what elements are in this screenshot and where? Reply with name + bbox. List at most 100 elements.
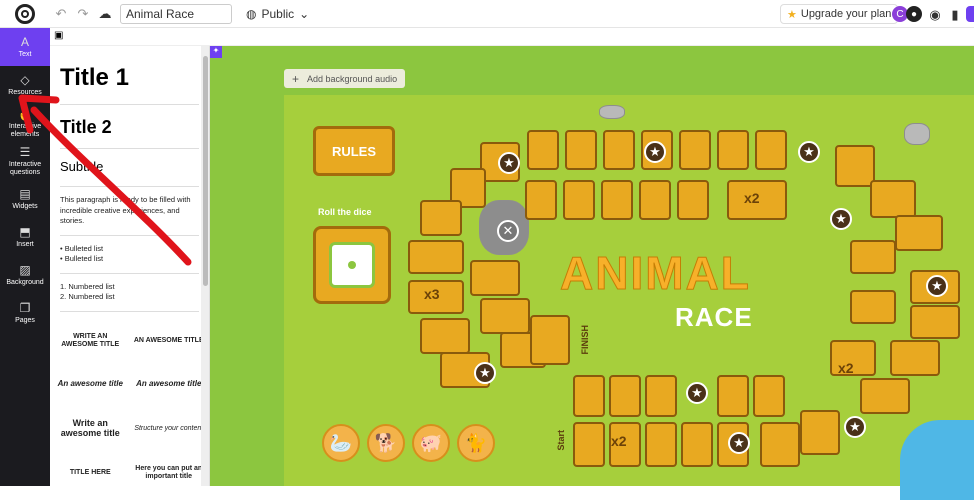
redo-icon[interactable]: ↷: [72, 6, 94, 22]
board-tile: [645, 422, 677, 467]
nav-item-resources[interactable]: ◇ Resources: [0, 66, 50, 104]
nav-item-interactive-elements[interactable]: ☝ Interactive elements: [0, 104, 50, 142]
star-icon: ★: [728, 432, 750, 454]
nav-item-insert[interactable]: ⬒ Insert: [0, 218, 50, 256]
nav-label: Background: [6, 278, 44, 286]
nav-item-background[interactable]: ▨ Background: [0, 256, 50, 294]
share-button[interactable]: [966, 6, 974, 22]
numbered-list-style[interactable]: 1. Numbered list 2. Numbered list: [60, 274, 199, 312]
board-tile: [717, 130, 749, 170]
preview-eye-icon[interactable]: ◉: [924, 7, 946, 23]
star-icon: ★: [926, 275, 948, 297]
dog-pawn-icon[interactable]: 🐕: [367, 424, 405, 462]
style-sample[interactable]: WRITE AN AWESOME TITLE: [54, 322, 127, 360]
nav-item-text[interactable]: A Text: [0, 28, 50, 66]
board-tile: [420, 200, 462, 236]
style-sample[interactable]: AN AWESOME TITLE: [133, 322, 206, 360]
star-icon: ★: [798, 141, 820, 163]
save-page-icon[interactable]: ▣: [54, 30, 63, 41]
board-tile: [755, 130, 787, 170]
rules-button[interactable]: RULES: [313, 126, 395, 176]
board-tile: [800, 410, 840, 455]
board-tile: [910, 305, 960, 339]
board-tile: [565, 130, 597, 170]
dice-button[interactable]: [313, 226, 391, 304]
stats-icon[interactable]: ▮: [944, 7, 966, 23]
visibility-dropdown[interactable]: ◍ Public ⌄: [246, 7, 309, 21]
add-background-audio-button[interactable]: + Add background audio: [284, 69, 406, 88]
multiplier-label: x2: [611, 433, 627, 449]
text-styles-panel: Title 1 Title 2 Subtitle This paragraph …: [50, 46, 210, 486]
board-tile: [573, 375, 605, 417]
cloud-saved-icon: ☁: [98, 5, 112, 21]
board-tile: [677, 180, 709, 220]
touch-icon: ☝: [17, 106, 33, 121]
board-tile: [753, 375, 785, 417]
board-tile: [525, 180, 557, 220]
water-decoration: [900, 420, 974, 500]
style-sample[interactable]: TITLE HERE: [54, 454, 127, 487]
nav-label: Resources: [8, 88, 42, 96]
style-sample[interactable]: Structure your content: [133, 410, 206, 448]
globe-icon: ◍: [246, 6, 257, 21]
board-tile: [760, 422, 800, 467]
left-navigation: A Text ◇ Resources ☝ Interactive elements ☰…: [0, 28, 50, 486]
visibility-label: Public: [261, 6, 295, 21]
bg-audio-label: Add background audio: [307, 73, 398, 84]
panel-scrollbar[interactable]: [201, 46, 209, 486]
title2-style[interactable]: Title 2: [60, 105, 199, 149]
paragraph-style[interactable]: This paragraph is ready to be filled wit…: [60, 187, 199, 236]
insert-icon: ⬒: [19, 224, 31, 239]
board-tile: [860, 378, 910, 414]
game-subtitle: RACE: [675, 302, 753, 332]
style-sample[interactable]: Write an awesome title: [54, 410, 127, 448]
pig-pawn-icon[interactable]: 🐖: [412, 424, 450, 462]
nav-item-widgets[interactable]: ▤ Widgets: [0, 180, 50, 218]
bulleted-list-style[interactable]: • Bulleted list • Bulleted list: [60, 236, 199, 274]
star-icon: ★: [644, 141, 666, 163]
widgets-icon: ▤: [19, 186, 31, 201]
title-styles-grid: WRITE AN AWESOME TITLE AN AWESOME TITLE …: [50, 312, 209, 487]
app-logo[interactable]: [0, 0, 50, 28]
board-tile: [530, 315, 570, 365]
style-sample[interactable]: Here you can put an important title: [133, 454, 206, 487]
text-icon: A: [20, 34, 29, 49]
secondary-toolbar: ▣: [50, 28, 974, 46]
multiplier-label: x3: [424, 286, 440, 302]
style-sample[interactable]: An awesome title: [54, 366, 127, 404]
multiplier-label: x2: [744, 190, 760, 206]
cat-pawn-icon[interactable]: 🐈: [457, 424, 495, 462]
star-icon: ★: [844, 416, 866, 438]
board-tile: [645, 375, 677, 417]
dice-face: [329, 242, 375, 288]
board-tile: [601, 180, 633, 220]
star-icon: ★: [498, 152, 520, 174]
pages-icon: ❐: [19, 300, 31, 315]
nav-item-interactive-questions[interactable]: ☰ Interactive questions: [0, 142, 50, 180]
close-circle-icon: ✕: [497, 220, 519, 242]
rock-decoration: [599, 105, 625, 119]
pin-icon[interactable]: ✦: [210, 46, 222, 58]
plus-icon: +: [292, 71, 300, 86]
rock-decoration: [904, 123, 930, 145]
board-tile: [717, 375, 749, 417]
project-title-input[interactable]: [120, 3, 232, 24]
subtitle-style[interactable]: Subtitle: [60, 149, 199, 187]
background-icon: ▨: [19, 262, 31, 277]
board-tile: [603, 130, 635, 170]
collaborators-icon[interactable]: ●: [906, 6, 922, 22]
upgrade-button[interactable]: ★ Upgrade your plan: [780, 4, 899, 24]
board-tile: [850, 240, 896, 274]
board-tile: [890, 340, 940, 376]
list-item: • Bulleted list: [60, 254, 104, 263]
undo-icon[interactable]: ↶: [50, 6, 72, 22]
board-tile: [563, 180, 595, 220]
board-tile: [681, 422, 713, 467]
board-tile: [609, 375, 641, 417]
title1-style[interactable]: Title 1: [60, 46, 199, 105]
nav-item-pages[interactable]: ❐ Pages: [0, 294, 50, 332]
style-sample[interactable]: An awesome title: [133, 366, 206, 404]
board-tile: [850, 290, 896, 324]
board-tile: [870, 180, 916, 218]
goose-pawn-icon[interactable]: 🦢: [322, 424, 360, 462]
